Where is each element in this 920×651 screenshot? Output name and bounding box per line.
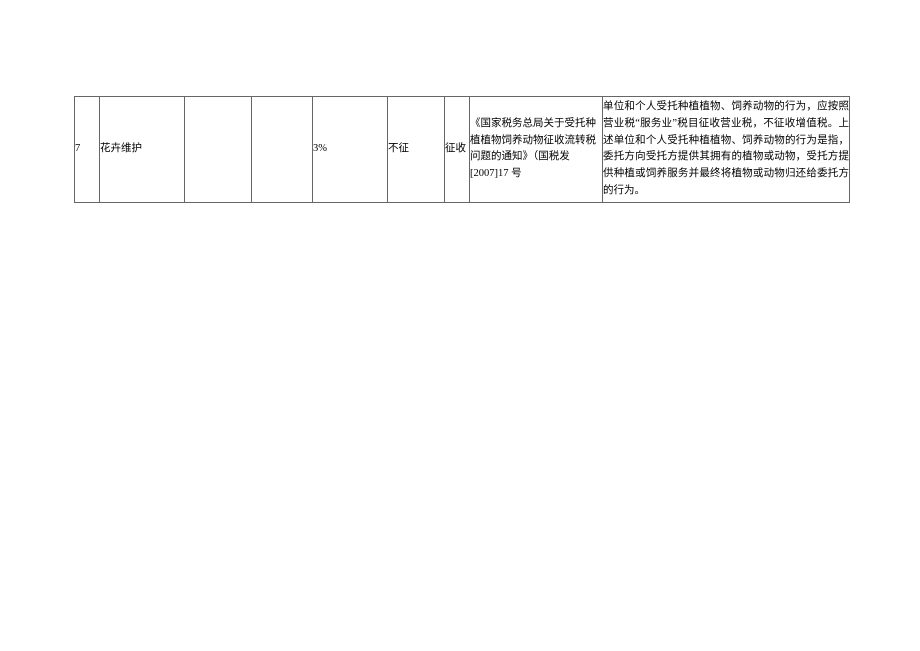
- cell-empty-2: [252, 97, 313, 203]
- cell-levy: 不征: [388, 97, 445, 203]
- cell-item-name: 花卉维护: [100, 97, 185, 203]
- cell-collect: 征收: [445, 97, 470, 203]
- cell-description: 单位和个人受托种植植物、饲养动物的行为，应按照营业税“服务业”税目征收营业税，不…: [603, 97, 850, 203]
- tax-table: 7 花卉维护 3% 不征 征收 《国家税务总局关于受托种植植物饲养动物征收流转税…: [74, 96, 850, 203]
- table-row: 7 花卉维护 3% 不征 征收 《国家税务总局关于受托种植植物饲养动物征收流转税…: [75, 97, 850, 203]
- cell-document: 《国家税务总局关于受托种植植物饲养动物征收流转税问题的通知》（国税发[2007]…: [470, 97, 603, 203]
- cell-empty-1: [185, 97, 252, 203]
- cell-index: 7: [75, 97, 100, 203]
- cell-rate: 3%: [313, 97, 388, 203]
